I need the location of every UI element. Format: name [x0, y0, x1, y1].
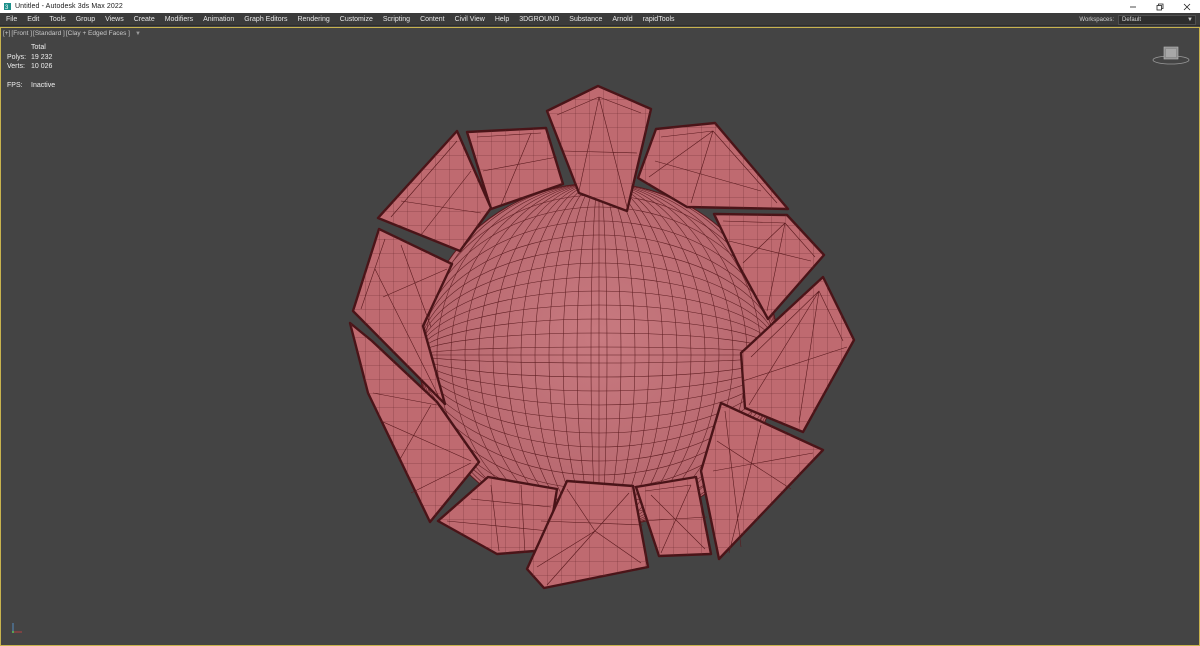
polys-label: Polys:	[7, 53, 27, 61]
filter-icon[interactable]: ▼	[135, 31, 141, 37]
workspaces-label: Workspaces:	[1079, 16, 1114, 23]
menu-civil-view[interactable]: Civil View	[450, 16, 490, 23]
fps-label: FPS:	[7, 82, 23, 89]
window-controls	[1119, 0, 1200, 13]
menu-rapidtools[interactable]: rapidTools	[638, 16, 680, 23]
3dsmax-logo-icon: 3	[4, 3, 11, 11]
window-titlebar: 3 Untitled - Autodesk 3ds Max 2022	[0, 0, 1200, 13]
stats-header: Total	[31, 44, 46, 51]
restore-icon[interactable]	[1146, 0, 1173, 13]
menu-rendering[interactable]: Rendering	[292, 16, 334, 23]
menu-content[interactable]: Content	[415, 16, 450, 23]
minimize-icon[interactable]	[1119, 0, 1146, 13]
menu-3dground[interactable]: 3DGROUND	[514, 16, 564, 23]
viewcube-icon[interactable]	[1152, 44, 1190, 66]
menu-arnold[interactable]: Arnold	[607, 16, 637, 23]
viewport-label-menu: [+] [Front ] [Standard ] [Clay + Edged F…	[3, 30, 141, 37]
menu-help[interactable]: Help	[490, 16, 514, 23]
viewport-shading-menu[interactable]: [Clay + Edged Faces ]	[66, 30, 130, 37]
fps-value: Inactive	[31, 82, 56, 89]
workspaces-control: Workspaces: Default ▼	[1079, 14, 1196, 25]
main-menubar: File Edit Tools Group Views Create Modif…	[0, 13, 1200, 26]
workspaces-value: Default	[1122, 16, 1142, 23]
stats-verts-row: Verts: 10 026	[7, 62, 55, 72]
menu-tools[interactable]: Tools	[44, 16, 70, 23]
clay-mesh-scene[interactable]	[1, 28, 1199, 645]
menu-scripting[interactable]: Scripting	[378, 16, 415, 23]
menu-file[interactable]: File	[0, 16, 22, 23]
menu-customize[interactable]: Customize	[335, 16, 378, 23]
menu-views[interactable]: Views	[100, 16, 129, 23]
viewport-plus-menu[interactable]: [+]	[3, 30, 10, 37]
workspaces-dropdown[interactable]: Default ▼	[1118, 14, 1196, 25]
viewport-pov-menu[interactable]: [Front ]	[11, 30, 32, 37]
window-title: Untitled - Autodesk 3ds Max 2022	[15, 3, 123, 10]
menu-group[interactable]: Group	[71, 16, 100, 23]
chevron-down-icon: ▼	[1187, 16, 1193, 23]
verts-value: 10 026	[31, 63, 53, 70]
menu-edit[interactable]: Edit	[22, 16, 44, 23]
viewport-statistics: Total Polys: 19 232 Verts: 10 026 FPS: I…	[7, 43, 55, 91]
viewport-standard-menu[interactable]: [Standard ]	[33, 30, 65, 37]
front-viewport[interactable]: [+] [Front ] [Standard ] [Clay + Edged F…	[0, 27, 1200, 646]
menu-modifiers[interactable]: Modifiers	[160, 16, 198, 23]
stats-fps-row: FPS: Inactive	[7, 81, 55, 91]
menu-graph-editors[interactable]: Graph Editors	[239, 16, 292, 23]
menu-animation[interactable]: Animation	[198, 16, 239, 23]
close-icon[interactable]	[1173, 0, 1200, 13]
stats-header-row: Total	[7, 43, 55, 53]
polys-value: 19 232	[31, 53, 53, 61]
menu-create[interactable]: Create	[129, 16, 160, 23]
verts-label: Verts:	[7, 63, 25, 70]
menu-substance[interactable]: Substance	[564, 16, 607, 23]
axis-tripod-icon	[10, 621, 24, 637]
stats-polys-row: Polys: 19 232	[7, 53, 55, 63]
